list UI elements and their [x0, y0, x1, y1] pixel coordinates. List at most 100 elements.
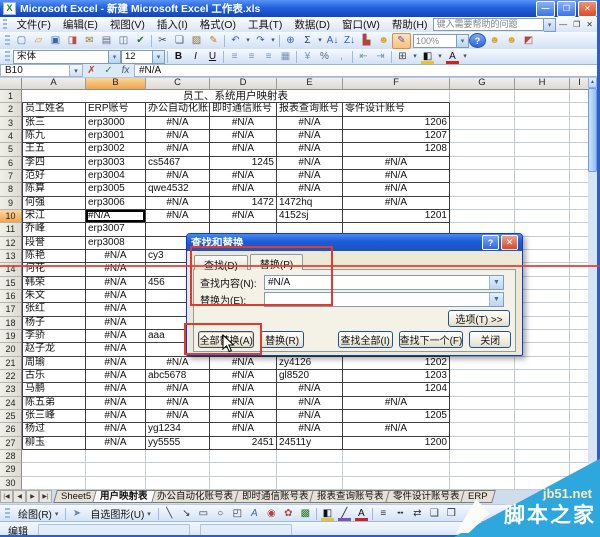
cell-B11[interactable]: erp3007	[86, 223, 146, 236]
clipart-icon[interactable]: ◩	[520, 34, 537, 48]
cell-B29[interactable]	[86, 463, 146, 476]
spelling-icon[interactable]: ✔	[132, 34, 149, 48]
row-header-25[interactable]: 25	[0, 410, 22, 423]
cell-H21[interactable]	[515, 357, 570, 370]
cell-A4[interactable]: 陈九	[22, 130, 86, 143]
cell-I24[interactable]	[570, 397, 590, 410]
menu-item-7[interactable]: 窗口(W)	[336, 17, 386, 32]
line-style-icon[interactable]: ≡	[375, 507, 392, 521]
scrollbar-thumb[interactable]	[588, 88, 597, 172]
cell-A2[interactable]: 员工姓名	[22, 103, 86, 116]
cell-B4[interactable]: erp3001	[86, 130, 146, 143]
cell-H16[interactable]	[515, 290, 570, 303]
column-header-F[interactable]: F	[343, 77, 450, 90]
cell-A29[interactable]	[22, 463, 86, 476]
row-header-26[interactable]: 26	[0, 423, 22, 436]
cell-H19[interactable]	[515, 330, 570, 343]
cell-F6[interactable]: #N/A	[343, 157, 450, 170]
options-button[interactable]: 选项(T) >>	[448, 310, 510, 327]
smiley-icon[interactable]: ☻	[486, 34, 503, 48]
redo-icon[interactable]: ↷	[252, 34, 269, 48]
row-header-16[interactable]: 16	[0, 290, 22, 303]
menu-item-3[interactable]: 插入(I)	[151, 17, 194, 32]
cell-C5[interactable]: #N/A	[146, 143, 210, 156]
cell-F24[interactable]: #N/A	[343, 397, 450, 410]
cell-I17[interactable]	[570, 303, 590, 316]
cell-D10[interactable]: #N/A	[210, 210, 277, 223]
cell-C3[interactable]: #N/A	[146, 117, 210, 130]
cell-E9[interactable]: 1472hq	[277, 197, 343, 210]
cell-C23[interactable]: #N/A	[146, 383, 210, 396]
cell-G7[interactable]	[450, 170, 515, 183]
cell-A19[interactable]: 李骄	[22, 330, 86, 343]
cell-E22[interactable]: gl8520	[277, 370, 343, 383]
font-color-icon[interactable]: A	[444, 50, 461, 64]
cell-C29[interactable]	[146, 463, 210, 476]
cell-D6[interactable]: 1245	[210, 157, 277, 170]
sheet-tab-2[interactable]: 办公自动化账号表	[149, 490, 241, 503]
workbook-minimize-button[interactable]: —	[556, 20, 570, 29]
rectangle-icon[interactable]: ▭	[195, 507, 212, 521]
cell-A6[interactable]: 李四	[22, 157, 86, 170]
cell-F4[interactable]: 1207	[343, 130, 450, 143]
cut-icon[interactable]: ✂	[154, 34, 171, 48]
cell-H5[interactable]	[515, 143, 570, 156]
cell-B9[interactable]: erp3006	[86, 197, 146, 210]
cell-B24[interactable]: #N/A	[86, 397, 146, 410]
cell-C6[interactable]: cs5467	[146, 157, 210, 170]
save-icon[interactable]: ▣	[47, 34, 64, 48]
cell-G26[interactable]	[450, 423, 515, 436]
cell-I12[interactable]	[570, 237, 590, 250]
sheet-tab-4[interactable]: 报表查询账号表	[309, 490, 391, 503]
cell-E6[interactable]: #N/A	[277, 157, 343, 170]
cell-H22[interactable]	[515, 370, 570, 383]
cell-A16[interactable]: 朱文	[22, 290, 86, 303]
print-preview-icon[interactable]: ◫	[115, 34, 132, 48]
cell-A20[interactable]: 赵子龙	[22, 343, 86, 356]
cell-C10[interactable]: #N/A	[146, 210, 210, 223]
row-header-5[interactable]: 5	[0, 143, 22, 156]
arrow-style-icon[interactable]: ⇄	[409, 507, 426, 521]
drawing-icon[interactable]: ✎	[392, 33, 411, 49]
cell-G27[interactable]	[450, 437, 515, 450]
column-header-D[interactable]: D	[210, 77, 277, 90]
font-name-arrow-icon[interactable]: ▾	[109, 50, 121, 64]
cell-F2[interactable]: 零件设计账号	[343, 103, 450, 116]
cell-B19[interactable]: #N/A	[86, 330, 146, 343]
cell-A3[interactable]: 张三	[22, 117, 86, 130]
cell-E5[interactable]: #N/A	[277, 143, 343, 156]
diagram-icon[interactable]: ◉	[263, 507, 280, 521]
cell-F10[interactable]: 1201	[343, 210, 450, 223]
cell-I6[interactable]	[570, 157, 590, 170]
row-header-21[interactable]: 21	[0, 357, 22, 370]
cell-H11[interactable]	[515, 223, 570, 236]
cell-I19[interactable]	[570, 330, 590, 343]
cell-G10[interactable]	[450, 210, 515, 223]
cell-A8[interactable]: 陈算	[22, 183, 86, 196]
cell-C7[interactable]: #N/A	[146, 170, 210, 183]
print-icon[interactable]: ▤	[98, 34, 115, 48]
cell-I20[interactable]	[570, 343, 590, 356]
font-color-arrow-icon[interactable]: ▾	[461, 50, 469, 64]
cell-I27[interactable]	[570, 437, 590, 450]
cell-B8[interactable]: erp3005	[86, 183, 146, 196]
line-color-icon[interactable]: ╱	[336, 507, 353, 521]
dialog-help-icon[interactable]: ?	[482, 235, 499, 250]
dialog-button-1[interactable]: 替换(R)	[260, 331, 303, 348]
cell-A25[interactable]: 张三峰	[22, 410, 86, 423]
menu-item-6[interactable]: 数据(D)	[288, 17, 336, 32]
cell-B5[interactable]: erp3002	[86, 143, 146, 156]
cell-D28[interactable]	[210, 450, 277, 463]
row-header-13[interactable]: 13	[0, 250, 22, 263]
workbook-restore-button[interactable]: ❐	[570, 20, 583, 29]
menu-item-4[interactable]: 格式(O)	[194, 17, 242, 32]
cell-H10[interactable]	[515, 210, 570, 223]
cell-I13[interactable]	[570, 250, 590, 263]
cell-A7[interactable]: 范好	[22, 170, 86, 183]
cell-C8[interactable]: qwe4532	[146, 183, 210, 196]
cell-G21[interactable]	[450, 357, 515, 370]
cell-A22[interactable]: 古乐	[22, 370, 86, 383]
dialog-button-3[interactable]: 查找下一个(F)	[399, 331, 464, 348]
cell-F28[interactable]	[343, 450, 450, 463]
cell-A13[interactable]: 陈艳	[22, 250, 86, 263]
